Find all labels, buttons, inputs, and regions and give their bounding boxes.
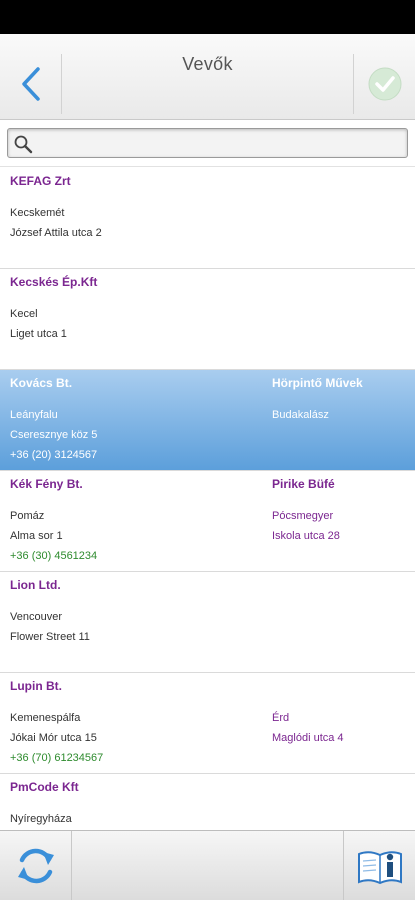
customer-row-selected[interactable]: Kovács Bt. Leányfalu Cseresznye köz 5 +3… [0,370,415,471]
search-icon [14,135,33,154]
refresh-button[interactable] [0,831,72,900]
site-name: Pirike Büfé [272,477,335,491]
customer-city: Vencouver [10,611,62,623]
customer-row[interactable]: Kék Fény Bt. Pomáz Alma sor 1 +36 (30) 4… [0,471,415,572]
site-street: Maglódi utca 4 [272,732,344,744]
site-city: Érd [272,712,290,724]
customer-name: KEFAG Zrt [10,174,71,188]
customer-street: Cseresznye köz 5 [10,429,98,441]
customer-name: Kék Fény Bt. [10,477,83,491]
search-input[interactable] [38,131,398,155]
customer-street: Jókai Mór utca 15 [10,732,97,744]
customer-city: Nyíregyháza [10,813,72,825]
refresh-icon [17,848,54,884]
info-button[interactable] [343,831,415,900]
header-bar: Vevők [0,34,415,120]
customer-phone: +36 (20) 3124567 [10,449,98,461]
checkmark-icon [368,67,401,101]
confirm-button[interactable] [353,54,415,114]
customer-list: KEFAG Zrt Kecskemét József Attila utca 2… [0,168,415,830]
customer-row[interactable]: PmCode Kft Nyíregyháza [0,774,415,830]
site-street: Iskola utca 28 [272,530,340,542]
customer-street: Alma sor 1 [10,530,63,542]
customer-row[interactable]: Kecskés Ép.Kft Kecel Liget utca 1 [0,269,415,370]
bottom-toolbar [0,830,415,900]
customer-row[interactable]: Lupin Bt. Kemenespálfa Jókai Mór utca 15… [0,673,415,774]
search-bar [0,121,415,167]
customer-street: József Attila utca 2 [10,227,102,239]
customer-name: PmCode Kft [10,780,79,794]
site-name: Hörpintő Művek [272,376,363,390]
customer-city: Kemenespálfa [10,712,81,724]
customer-phone: +36 (70) 61234567 [10,752,104,764]
customer-city: Kecskemét [10,207,65,219]
customer-street: Liget utca 1 [10,328,67,340]
customer-name: Kovács Bt. [10,376,73,390]
customer-row[interactable]: Lion Ltd. Vencouver Flower Street 11 [0,572,415,673]
customer-street: Flower Street 11 [10,631,90,643]
book-info-icon [357,851,402,885]
customer-city: Leányfalu [10,409,58,421]
customer-name: Lupin Bt. [10,679,62,693]
site-city: Budakalász [272,409,329,421]
search-box[interactable] [7,128,408,158]
customer-name: Kecskés Ép.Kft [10,275,98,289]
customer-city: Pomáz [10,510,45,522]
status-bar [0,0,415,34]
customer-row[interactable]: KEFAG Zrt Kecskemét József Attila utca 2 [0,168,415,269]
site-city: Pócsmegyer [272,510,334,522]
customer-city: Kecel [10,308,38,320]
customer-name: Lion Ltd. [10,578,61,592]
customer-phone: +36 (30) 4561234 [10,550,98,562]
